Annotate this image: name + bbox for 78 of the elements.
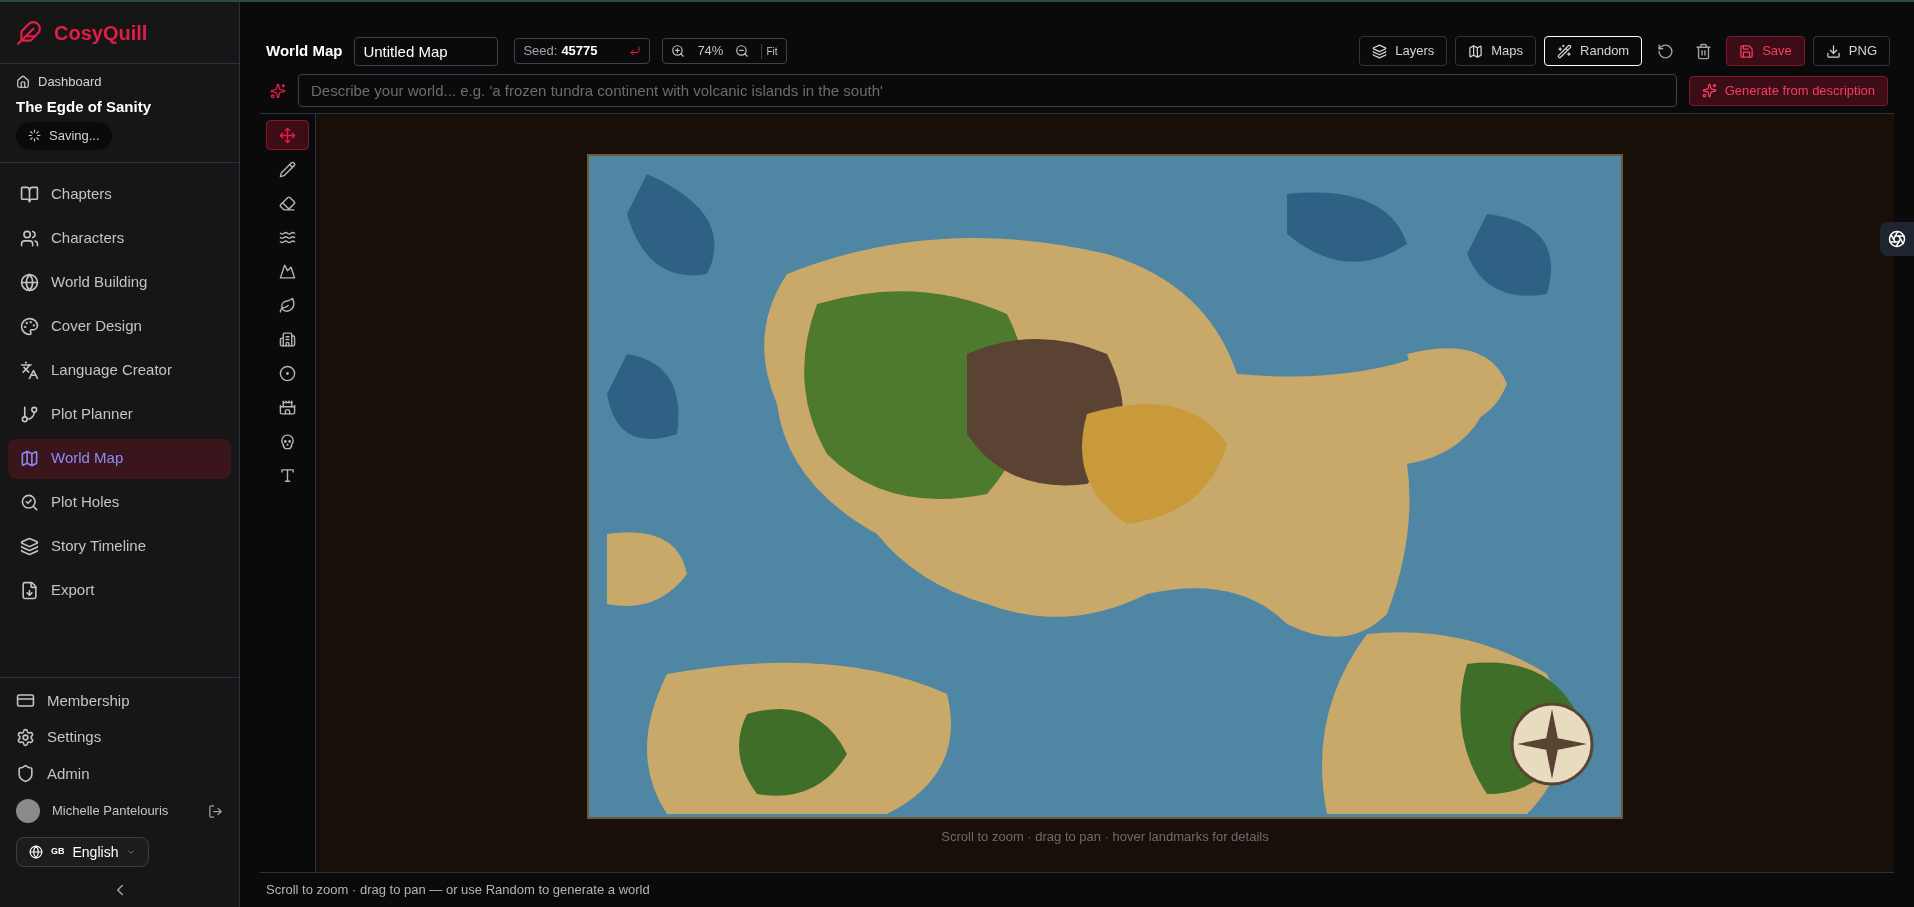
flag-code: GB [51,845,65,859]
nav-item[interactable]: Plot Planner [8,394,231,435]
nav-item[interactable]: Membership [16,689,223,712]
layers-icon [20,537,39,556]
spinner-icon [28,129,41,143]
download-icon [1825,43,1841,59]
aperture-icon [1888,230,1906,248]
caret-icon [126,847,137,857]
sparkles-icon [270,82,286,99]
zoom-level: 74% [697,42,724,61]
palette-icon [20,317,39,336]
canvas-hint: Scroll to zoom · drag to pan · hover landmarks for details [941,828,1269,846]
nav-item[interactable]: Admin [16,762,223,785]
language-selector[interactable]: GB English [16,837,150,867]
sparkles-icon [1701,83,1717,98]
map-icon [20,449,39,468]
project-title: The Egde of Sanity [16,96,152,117]
avatar [16,799,40,823]
toolbar-button[interactable]: Maps [1455,36,1537,66]
quill-logo-icon [16,19,42,46]
nav-item[interactable]: Characters [8,218,231,259]
nav-item[interactable]: Plot Holes [8,482,231,523]
users-icon [20,229,39,248]
branch-icon [20,405,39,424]
undo-icon [1656,42,1674,60]
shield-icon [16,764,35,784]
toolbar-button[interactable]: Random [1544,36,1643,66]
nav-item[interactable]: Chapters [8,174,231,215]
file-download-icon [20,581,39,600]
map-icon [1468,43,1484,59]
nav-item[interactable]: World Map [8,438,231,479]
leaf-icon [279,296,296,314]
map-canvas[interactable]: Scroll to zoom · drag to pan · hover landmarks for details [316,114,1894,872]
return-icon [629,45,642,57]
mountain-icon [279,262,296,280]
dashboard-link[interactable]: Dashboard [16,72,223,92]
status-text: Scroll to zoom · drag to pan — or use Random to generate a world [266,881,650,900]
seed-field[interactable]: Seed: 45775 [514,38,651,64]
wand-icon [1557,43,1573,59]
page-title: World Map [266,40,343,61]
zoom-in-icon[interactable] [671,44,686,58]
floating-button[interactable] [1880,222,1914,256]
zoom-out-icon[interactable] [735,44,750,58]
skull-icon [279,432,296,450]
nav-item[interactable]: Story Timeline [8,526,231,567]
save-icon [1739,43,1755,59]
generate-button[interactable]: Generate from description [1688,75,1888,106]
search-check-icon [20,493,39,512]
trash-icon [1694,42,1712,60]
fit-button[interactable]: Fit [761,43,778,59]
text-icon [279,466,296,484]
translate-icon [20,361,39,380]
home-icon [16,74,30,89]
move-icon [279,126,296,144]
toolbar-button[interactable]: Layers [1359,36,1448,66]
nav-item[interactable]: Language Creator [8,350,231,391]
castle-icon [279,398,296,416]
circle-dot-icon [279,364,296,382]
nav-item[interactable]: World Building [8,262,231,303]
save-button[interactable]: Save [1726,36,1805,66]
nav-item[interactable]: Settings [16,726,223,749]
layers-icon [1372,43,1388,59]
globe-icon [29,845,43,859]
brand-name: CosyQuill [54,20,148,46]
globe-icon [20,273,39,292]
map-name-field[interactable]: Untitled Map [354,36,499,66]
toolbar-button[interactable]: PNG [1812,36,1890,66]
nav-item[interactable]: Export [8,570,231,611]
logout-icon[interactable] [208,803,223,819]
describe-field[interactable]: Describe your world... e.g. 'a frozen tundra continent with volcanic islands in the south' [298,74,1677,107]
nav-item[interactable]: Cover Design [8,306,231,347]
eraser-icon [279,194,296,212]
building-icon [279,330,296,348]
user-name: Michelle Pantelouris [52,802,169,821]
settings-icon [16,727,35,747]
pencil-icon [279,160,296,178]
saving-status: Saving... [16,122,112,150]
book-icon [20,185,39,204]
